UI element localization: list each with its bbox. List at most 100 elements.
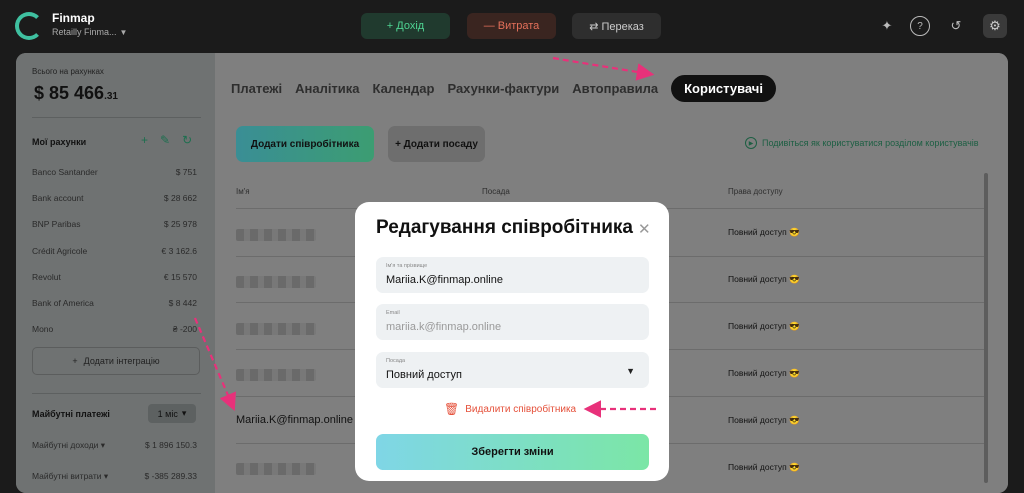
future-row[interactable]: Майбутні витрати ▾ $ -385 289.33	[32, 471, 197, 482]
email-field-value: mariia.k@finmap.online	[386, 321, 502, 333]
save-changes-button[interactable]: Зберегти зміни	[376, 434, 649, 470]
divider	[32, 393, 201, 394]
tab-autorules[interactable]: Автоправила	[572, 81, 658, 96]
sparkle-icon[interactable]: ✦	[877, 16, 897, 36]
position-select-label: Посада	[386, 358, 406, 364]
blurred-name	[236, 369, 316, 381]
access-cell: Повний доступ 😎	[728, 227, 800, 237]
account-amount: ₴ -200	[172, 324, 197, 334]
chevron-down-icon: ▾	[181, 408, 187, 418]
account-amount: $ 25 978	[163, 219, 197, 229]
name-field-value: Mariia.K@finmap.online	[386, 274, 503, 286]
access-cell: Повний доступ 😎	[728, 462, 800, 472]
income-button[interactable]: + Дохід	[361, 13, 450, 39]
future-name: Майбутні витрати ▾	[32, 471, 108, 482]
account-amount: € 3 162.6	[161, 246, 197, 256]
finmap-logo-icon[interactable]	[15, 12, 43, 40]
brand-name: Finmap	[52, 11, 95, 25]
total-cents: .31	[104, 91, 118, 102]
name-field-label: Ім'я та прізвище	[386, 263, 428, 269]
sidebar: Всього на рахунках $ 85 466.31 Мої рахун…	[16, 53, 215, 493]
access-cell: Повний доступ 😎	[728, 274, 800, 284]
column-header-access: Права доступу	[728, 187, 783, 196]
account-row[interactable]: Bank account $ 28 662	[32, 193, 197, 203]
access-cell: Повний доступ 😎	[728, 321, 800, 331]
column-header-position: Посада	[482, 187, 510, 196]
future-payments-title: Майбутні платежі	[32, 409, 110, 419]
email-field: Email mariia.k@finmap.online	[376, 304, 649, 340]
expense-button[interactable]: — Витрата	[467, 13, 556, 39]
company-selector[interactable]: Retailly Finma... ▼	[52, 27, 127, 37]
account-name: Bank of America	[32, 298, 94, 308]
chevron-down-icon: ▾	[103, 471, 109, 481]
plus-icon: +	[72, 356, 78, 366]
email-field-label: Email	[386, 310, 400, 316]
scrollbar[interactable]	[984, 173, 988, 483]
account-name: Banco Santander	[32, 167, 98, 177]
add-integration-label: Додати інтеграцію	[83, 356, 160, 366]
tab-payments[interactable]: Платежі	[231, 81, 282, 96]
position-select[interactable]: Посада Повний доступ ▼	[376, 352, 649, 388]
accounts-actions: + ✎ ↻	[141, 133, 192, 147]
close-icon[interactable]: ✕	[638, 220, 651, 238]
history-icon[interactable]: ↺	[946, 16, 966, 36]
future-name: Майбутні доходи ▾	[32, 440, 105, 451]
account-amount: € 15 570	[163, 272, 197, 282]
plus-icon[interactable]: +	[141, 133, 148, 147]
period-value: 1 міс	[157, 408, 178, 419]
access-cell: Повний доступ 😎	[728, 415, 800, 425]
tab-invoices[interactable]: Рахунки-фактури	[447, 81, 559, 96]
tab-calendar[interactable]: Календар	[373, 81, 435, 96]
add-integration-button[interactable]: + Додати інтеграцію	[32, 347, 200, 375]
add-position-button[interactable]: + Додати посаду	[388, 126, 485, 162]
account-row[interactable]: Revolut € 15 570	[32, 272, 197, 282]
transfer-button[interactable]: ⇄ Переказ	[572, 13, 661, 39]
help-icon[interactable]: ?	[910, 16, 930, 36]
position-select-value: Повний доступ	[386, 369, 462, 381]
table-row-email[interactable]: Mariia.K@finmap.online	[236, 414, 353, 426]
account-row[interactable]: BNP Paribas $ 25 978	[32, 219, 197, 229]
delete-employee-button[interactable]: 🗑 Видалити співробітника	[444, 402, 576, 416]
future-amount: $ 1 896 150.3	[145, 440, 197, 450]
future-label: Майбутні витрати	[32, 471, 102, 481]
tab-bar: Платежі Аналітика Календар Рахунки-факту…	[231, 75, 776, 102]
howto-link[interactable]: ▶ Подивіться як користуватися розділом ко…	[745, 137, 979, 149]
top-bar: Finmap Retailly Finma... ▼ + Дохід — Витр…	[0, 0, 1024, 52]
chevron-down-icon: ▼	[119, 28, 128, 37]
blurred-name	[236, 276, 316, 288]
edit-employee-modal: Редагування співробітника ✕ Ім'я та пріз…	[355, 202, 669, 481]
account-name: Revolut	[32, 272, 61, 282]
name-field[interactable]: Ім'я та прізвище Mariia.K@finmap.online	[376, 257, 649, 293]
blurred-name	[236, 229, 316, 241]
blurred-name	[236, 463, 316, 475]
chevron-down-icon: ▼	[626, 366, 635, 376]
gear-icon[interactable]: ⚙	[983, 14, 1007, 38]
account-name: BNP Paribas	[32, 219, 81, 229]
divider	[32, 117, 201, 118]
refresh-icon[interactable]: ↻	[182, 133, 192, 147]
trash-icon: 🗑	[444, 402, 460, 416]
account-amount: $ 28 662	[163, 193, 197, 203]
account-name: Bank account	[32, 193, 84, 203]
account-row[interactable]: Bank of America $ 8 442	[32, 298, 197, 308]
account-amount: $ 8 442	[168, 298, 197, 308]
pencil-icon[interactable]: ✎	[160, 133, 170, 147]
account-name: Mono	[32, 324, 54, 334]
play-icon: ▶	[745, 137, 757, 149]
column-header-name: Ім'я	[236, 187, 250, 196]
account-row[interactable]: Banco Santander $ 751	[32, 167, 197, 177]
period-select[interactable]: 1 міс ▾	[148, 404, 196, 423]
future-amount: $ -385 289.33	[144, 471, 197, 481]
total-balance: $ 85 466.31	[34, 83, 118, 104]
access-cell: Повний доступ 😎	[728, 368, 800, 378]
add-employee-button[interactable]: Додати співробітника	[236, 126, 374, 162]
tab-analytics[interactable]: Аналітика	[295, 81, 359, 96]
tab-users[interactable]: Користувачі	[671, 75, 776, 102]
company-name: Retailly Finma...	[52, 27, 117, 37]
total-main: $ 85 466	[34, 83, 105, 103]
howto-label: Подивіться як користуватися розділом кор…	[762, 138, 979, 148]
future-row[interactable]: Майбутні доходи ▾ $ 1 896 150.3	[32, 440, 197, 451]
delete-employee-label: Видалити співробітника	[465, 403, 577, 415]
account-row[interactable]: Crédit Agricole € 3 162.6	[32, 246, 197, 256]
account-row[interactable]: Mono ₴ -200	[32, 324, 197, 334]
